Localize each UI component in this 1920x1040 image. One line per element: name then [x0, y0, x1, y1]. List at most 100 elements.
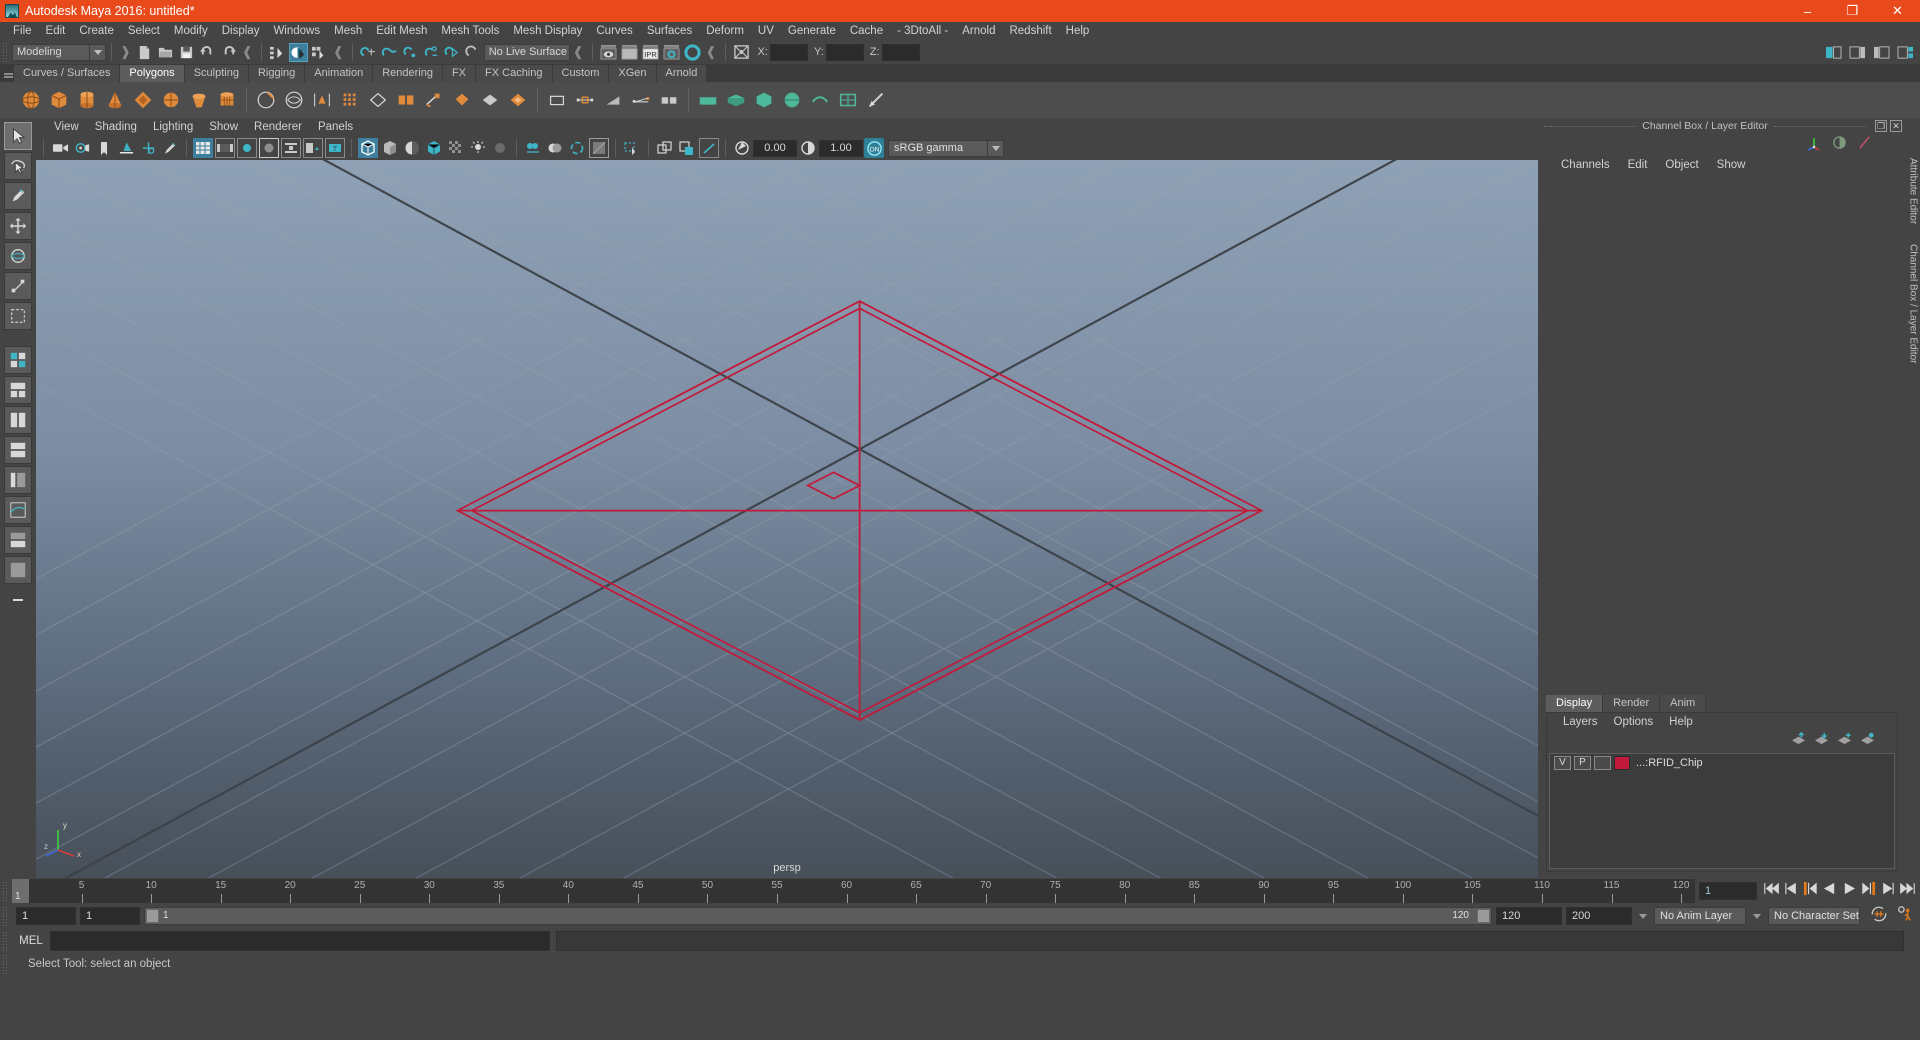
half-tone-icon[interactable]	[1832, 135, 1847, 155]
layer-tab-anim[interactable]: Anim	[1660, 695, 1707, 712]
menu-curves[interactable]: Curves	[589, 22, 639, 40]
show-hide-tool-settings-icon[interactable]	[1872, 43, 1891, 62]
film-gate-icon[interactable]	[215, 138, 235, 158]
move-layer-up-icon[interactable]	[1791, 731, 1806, 750]
minimize-button[interactable]: –	[1785, 0, 1830, 22]
panel-close-button[interactable]: ✕	[1890, 120, 1902, 132]
color-management-field[interactable]: sRGB gamma	[888, 139, 988, 157]
snap-curve-icon[interactable]	[380, 43, 399, 62]
menu-windows[interactable]: Windows	[266, 22, 327, 40]
poly-svg-icon[interactable]	[309, 87, 335, 113]
render-view-icon[interactable]	[599, 43, 618, 62]
exposure-field[interactable]: 0.00	[753, 139, 797, 157]
uv-unfold-icon[interactable]	[807, 87, 833, 113]
menu-mesh-display[interactable]: Mesh Display	[506, 22, 589, 40]
anim-layer-dropdown-arrow[interactable]	[1636, 907, 1650, 925]
new-layer-icon[interactable]	[1837, 732, 1852, 750]
poly-bridge-icon[interactable]	[477, 87, 503, 113]
shadows-toggle-icon[interactable]	[468, 138, 488, 158]
layer-list[interactable]: V P ...:RFID_Chip	[1549, 753, 1895, 869]
gamma-icon[interactable]	[798, 138, 818, 158]
wireframe-icon[interactable]	[358, 138, 378, 158]
shelf-tab-sculpting[interactable]: Sculpting	[184, 65, 249, 82]
range-slider-right-handle[interactable]	[1477, 909, 1490, 923]
poly-disc-icon[interactable]	[186, 87, 212, 113]
slash-icon[interactable]	[1857, 135, 1872, 155]
y-field[interactable]	[825, 43, 864, 61]
render-current-frame-icon[interactable]	[620, 43, 639, 62]
menu-redshift[interactable]: Redshift	[1002, 22, 1058, 40]
poly-sphere-icon[interactable]	[18, 87, 44, 113]
poly-target-weld-icon[interactable]	[600, 87, 626, 113]
open-scene-icon[interactable]	[156, 43, 175, 62]
show-hide-modeling-toolkit-icon[interactable]	[1824, 43, 1843, 62]
menu-mesh-tools[interactable]: Mesh Tools	[434, 22, 506, 40]
single-perspective-layout[interactable]	[4, 376, 32, 404]
command-line-grip[interactable]	[2, 931, 9, 951]
maximize-button[interactable]: ❐	[1830, 0, 1875, 22]
range-slider[interactable]: 1 120	[144, 907, 1492, 925]
step-back-key-icon[interactable]	[1802, 881, 1818, 901]
film-origin-icon[interactable]	[281, 138, 301, 158]
snap-point-icon[interactable]	[401, 43, 420, 62]
vertical-tab-attribute-editor[interactable]: Attribute Editor	[1908, 148, 1919, 234]
shelf-tab-rendering[interactable]: Rendering	[373, 65, 443, 82]
viewport-menu-shading[interactable]: Shading	[87, 121, 145, 133]
two-d-pan-zoom-icon[interactable]	[138, 138, 158, 158]
collapse-left-icon[interactable]: ❱	[120, 44, 131, 60]
snap-last-icon[interactable]	[464, 43, 483, 62]
play-forwards-icon[interactable]	[1841, 881, 1858, 901]
menu-mesh[interactable]: Mesh	[327, 22, 369, 40]
lasso-select-tool[interactable]	[4, 152, 32, 180]
viewport-menu-view[interactable]: View	[46, 121, 87, 133]
go-to-start-icon[interactable]	[1763, 881, 1781, 901]
time-slider-grip[interactable]	[2, 881, 9, 901]
z-field[interactable]	[881, 43, 920, 61]
move-layer-down-icon[interactable]	[1814, 732, 1829, 750]
viewport-menu-panels[interactable]: Panels	[310, 121, 361, 133]
two-pane-side-layout[interactable]	[4, 406, 32, 434]
last-tool-used[interactable]	[4, 302, 32, 330]
depth-of-field-icon[interactable]	[567, 138, 587, 158]
shelf-tab-fx-caching[interactable]: FX Caching	[476, 65, 553, 82]
command-output[interactable]	[556, 931, 1904, 951]
isolate-select-icon[interactable]	[589, 138, 609, 158]
viewport-menu-lighting[interactable]: Lighting	[145, 121, 201, 133]
expand-snap-icon[interactable]: ❰	[573, 44, 584, 60]
poly-smooth-icon[interactable]	[505, 87, 531, 113]
channel-menu-object[interactable]: Object	[1656, 159, 1707, 171]
range-slider-grip[interactable]	[2, 906, 9, 926]
layer-color-swatch[interactable]	[1614, 755, 1630, 770]
command-input[interactable]	[50, 931, 550, 951]
menu-surfaces[interactable]: Surfaces	[640, 22, 699, 40]
menu-edit[interactable]: Edit	[39, 22, 73, 40]
show-hide-attribute-editor-icon[interactable]	[1848, 43, 1867, 62]
select-tool[interactable]	[4, 122, 32, 150]
menu-file[interactable]: File	[6, 22, 39, 40]
image-plane-icon[interactable]	[116, 138, 136, 158]
viewport-snapshot-icon[interactable]	[699, 138, 719, 158]
ipr-render-icon[interactable]: IPR	[641, 43, 660, 62]
field-chart-icon[interactable]: T	[325, 138, 345, 158]
expand-select-icon[interactable]: ❰	[333, 44, 344, 60]
shelf-tab-polygons[interactable]: Polygons	[120, 65, 185, 82]
perspective-viewport[interactable]: y x z persp	[36, 160, 1538, 878]
uv-cylindrical-icon[interactable]	[751, 87, 777, 113]
poly-mirror-icon[interactable]	[365, 87, 391, 113]
safe-action-icon[interactable]	[303, 138, 323, 158]
color-management-toggle[interactable]: ON	[864, 138, 884, 158]
move-tool[interactable]	[4, 212, 32, 240]
animation-end-field[interactable]: 200	[1566, 907, 1632, 925]
snap-view-plane-icon[interactable]	[443, 43, 462, 62]
new-scene-icon[interactable]	[135, 43, 154, 62]
xray-display-icon[interactable]	[622, 138, 642, 158]
poly-cylinder-icon[interactable]	[74, 87, 100, 113]
shelf-tab-fx[interactable]: FX	[442, 65, 477, 82]
shelf-tab-rigging[interactable]: Rigging	[248, 65, 306, 82]
character-set-dropdown-arrow[interactable]	[1750, 907, 1764, 925]
color-management-dropdown-arrow[interactable]	[988, 139, 1004, 157]
render-settings-icon[interactable]	[662, 43, 681, 62]
playback-end-field[interactable]: 120	[1496, 907, 1562, 925]
shelf-tab-curves-surfaces[interactable]: Curves / Surfaces	[14, 65, 121, 82]
save-scene-icon[interactable]	[177, 43, 196, 62]
